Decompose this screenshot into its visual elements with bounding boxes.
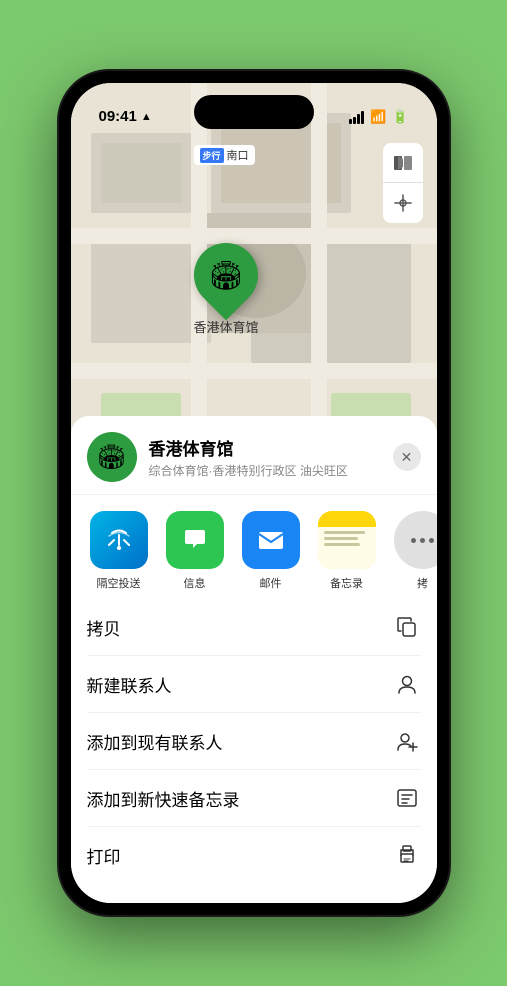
share-airdrop[interactable]: 隔空投送 xyxy=(83,511,155,591)
share-more[interactable]: 拷 xyxy=(387,511,437,591)
close-button[interactable]: ✕ xyxy=(393,443,421,471)
status-icons: 📶 🔋 xyxy=(349,109,408,125)
more-label: 拷 xyxy=(417,575,428,591)
close-icon: ✕ xyxy=(401,449,413,466)
venue-info: 香港体育馆 综合体育馆·香港特别行政区 油尖旺区 xyxy=(149,435,381,479)
action-print-label: 打印 xyxy=(87,843,121,868)
phone-frame: 09:41 ▲ 📶 🔋 xyxy=(59,71,449,915)
action-new-contact-label: 新建联系人 xyxy=(87,672,172,697)
action-list: 拷贝 新建联系人 xyxy=(71,599,437,883)
pin-icon: 🏟 xyxy=(181,230,272,321)
share-messages[interactable]: 信息 xyxy=(159,511,231,591)
action-copy-label: 拷贝 xyxy=(87,615,121,640)
venue-icon: 🏟 xyxy=(87,432,137,482)
dynamic-island xyxy=(194,95,314,129)
stadium-icon: 🏟 xyxy=(208,259,244,292)
messages-label: 信息 xyxy=(184,575,206,591)
share-mail[interactable]: 邮件 xyxy=(235,511,307,591)
action-print[interactable]: 打印 xyxy=(87,827,421,883)
more-icon xyxy=(394,511,437,569)
battery-icon: 🔋 xyxy=(392,109,408,125)
add-contact-icon xyxy=(393,727,421,755)
action-add-existing-label: 添加到现有联系人 xyxy=(87,729,223,754)
mail-label: 邮件 xyxy=(260,575,282,591)
copy-icon xyxy=(393,613,421,641)
airdrop-icon xyxy=(90,511,148,569)
messages-icon xyxy=(166,511,224,569)
mail-icon xyxy=(242,511,300,569)
notes-label: 备忘录 xyxy=(330,575,363,591)
action-copy[interactable]: 拷贝 xyxy=(87,599,421,656)
notes-icon xyxy=(318,511,376,569)
action-add-existing[interactable]: 添加到现有联系人 xyxy=(87,713,421,770)
share-row: 隔空投送 信息 xyxy=(71,495,437,599)
wifi-icon: 📶 xyxy=(370,109,386,125)
sheet-header: 🏟 香港体育馆 综合体育馆·香港特别行政区 油尖旺区 ✕ xyxy=(71,416,437,495)
map-label-text: 南口 xyxy=(227,147,249,163)
print-icon xyxy=(393,841,421,869)
action-add-notes[interactable]: 添加到新快速备忘录 xyxy=(87,770,421,827)
venue-subtitle: 综合体育馆·香港特别行政区 油尖旺区 xyxy=(149,462,381,479)
airdrop-label: 隔空投送 xyxy=(97,575,141,591)
map-controls xyxy=(383,143,423,223)
location-button[interactable] xyxy=(383,183,423,223)
map-label-badge: 步行 xyxy=(200,148,224,163)
action-add-notes-label: 添加到新快速备忘录 xyxy=(87,786,240,811)
map-entrance-label: 步行 南口 xyxy=(194,145,255,165)
location-pin: 🏟 香港体育馆 xyxy=(194,243,259,336)
quick-note-icon xyxy=(393,784,421,812)
phone-screen: 09:41 ▲ 📶 🔋 xyxy=(71,83,437,903)
venue-title: 香港体育馆 xyxy=(149,435,381,460)
location-icon: ▲ xyxy=(141,111,152,123)
new-contact-icon xyxy=(393,670,421,698)
status-time: 09:41 xyxy=(99,108,137,125)
share-notes[interactable]: 备忘录 xyxy=(311,511,383,591)
map-type-button[interactable] xyxy=(383,143,423,183)
action-new-contact[interactable]: 新建联系人 xyxy=(87,656,421,713)
signal-icon xyxy=(349,111,364,124)
bottom-sheet: 🏟 香港体育馆 综合体育馆·香港特别行政区 油尖旺区 ✕ xyxy=(71,416,437,903)
